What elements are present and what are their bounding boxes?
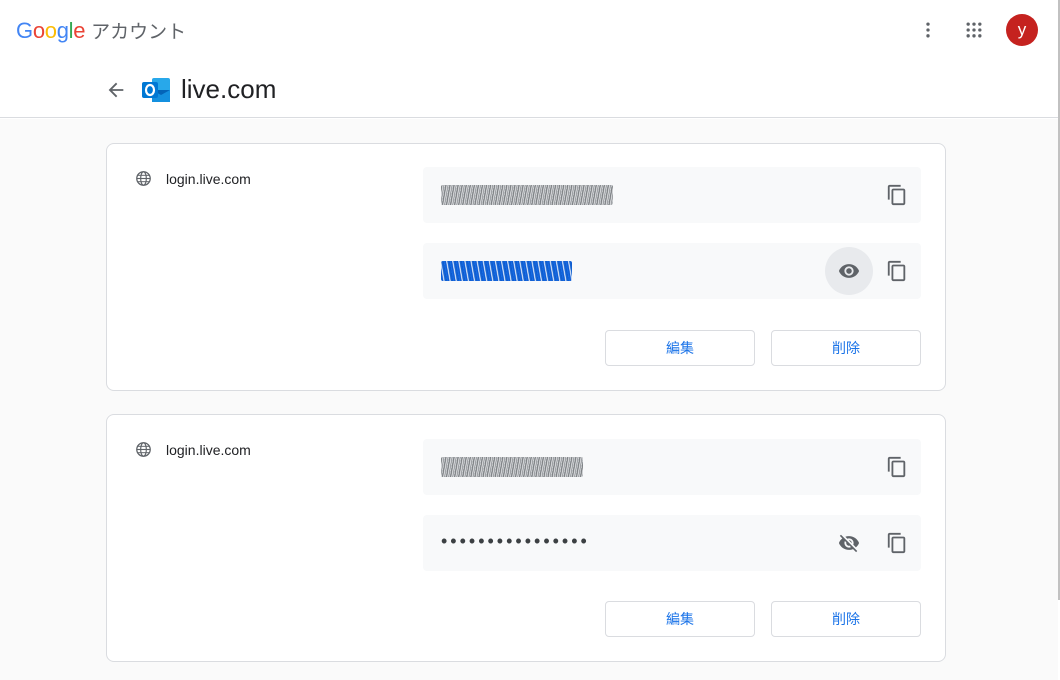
username-field bbox=[423, 439, 921, 495]
copy-icon bbox=[887, 456, 906, 478]
password-field: •••••••••••••••• bbox=[423, 515, 921, 571]
toggle-password-visibility-button[interactable] bbox=[825, 519, 873, 567]
edit-button[interactable]: 編集 bbox=[605, 330, 755, 366]
eye-off-icon bbox=[838, 534, 860, 553]
more-vert-icon bbox=[926, 22, 930, 38]
google-wordmark: Google bbox=[16, 18, 85, 44]
google-account-logo[interactable]: Google アカウント bbox=[16, 17, 186, 45]
credential-card: login.live.com •••••••••••••••• 編集 削除 bbox=[106, 414, 946, 662]
app-header: Google アカウント y bbox=[0, 0, 1060, 62]
credential-site-label: login.live.com bbox=[166, 170, 251, 187]
copy-password-button[interactable] bbox=[873, 519, 921, 567]
credential-site: login.live.com bbox=[135, 441, 251, 458]
copy-icon bbox=[887, 260, 906, 282]
logo-letter: g bbox=[56, 18, 69, 43]
username-field bbox=[423, 167, 921, 223]
site-title: live.com bbox=[181, 74, 277, 104]
globe-icon bbox=[136, 442, 151, 457]
credential-card: login.live.com 編集 削除 bbox=[106, 143, 946, 391]
more-options-button[interactable] bbox=[911, 13, 945, 47]
delete-button[interactable]: 削除 bbox=[771, 330, 921, 366]
copy-icon bbox=[887, 184, 906, 206]
username-value-redacted[interactable] bbox=[441, 185, 613, 205]
copy-username-button[interactable] bbox=[873, 171, 921, 219]
logo-letter: o bbox=[32, 18, 45, 43]
product-name: アカウント bbox=[91, 21, 187, 43]
toggle-password-visibility-button[interactable] bbox=[825, 247, 873, 295]
delete-button[interactable]: 削除 bbox=[771, 601, 921, 637]
arrow-back-icon bbox=[108, 82, 124, 98]
logo-letter: o bbox=[44, 18, 57, 43]
credential-site: login.live.com bbox=[135, 170, 251, 187]
logo-letter: e bbox=[73, 18, 86, 43]
google-apps-button[interactable] bbox=[957, 13, 991, 47]
copy-password-button[interactable] bbox=[873, 247, 921, 295]
logo-letter: G bbox=[16, 18, 33, 43]
account-avatar[interactable]: y bbox=[1006, 14, 1038, 46]
outlook-icon bbox=[142, 78, 170, 102]
username-value-redacted[interactable] bbox=[441, 457, 583, 477]
password-field bbox=[423, 243, 921, 299]
copy-icon bbox=[887, 532, 906, 554]
eye-icon bbox=[838, 264, 860, 278]
site-header: live.com bbox=[0, 62, 1058, 118]
password-value-selected[interactable] bbox=[441, 261, 572, 281]
password-value-masked[interactable]: •••••••••••••••• bbox=[441, 531, 590, 551]
back-button[interactable] bbox=[100, 74, 132, 106]
apps-grid-icon bbox=[966, 22, 982, 38]
copy-username-button[interactable] bbox=[873, 443, 921, 491]
globe-icon bbox=[136, 171, 151, 186]
credential-site-label: login.live.com bbox=[166, 441, 251, 458]
edit-button[interactable]: 編集 bbox=[605, 601, 755, 637]
